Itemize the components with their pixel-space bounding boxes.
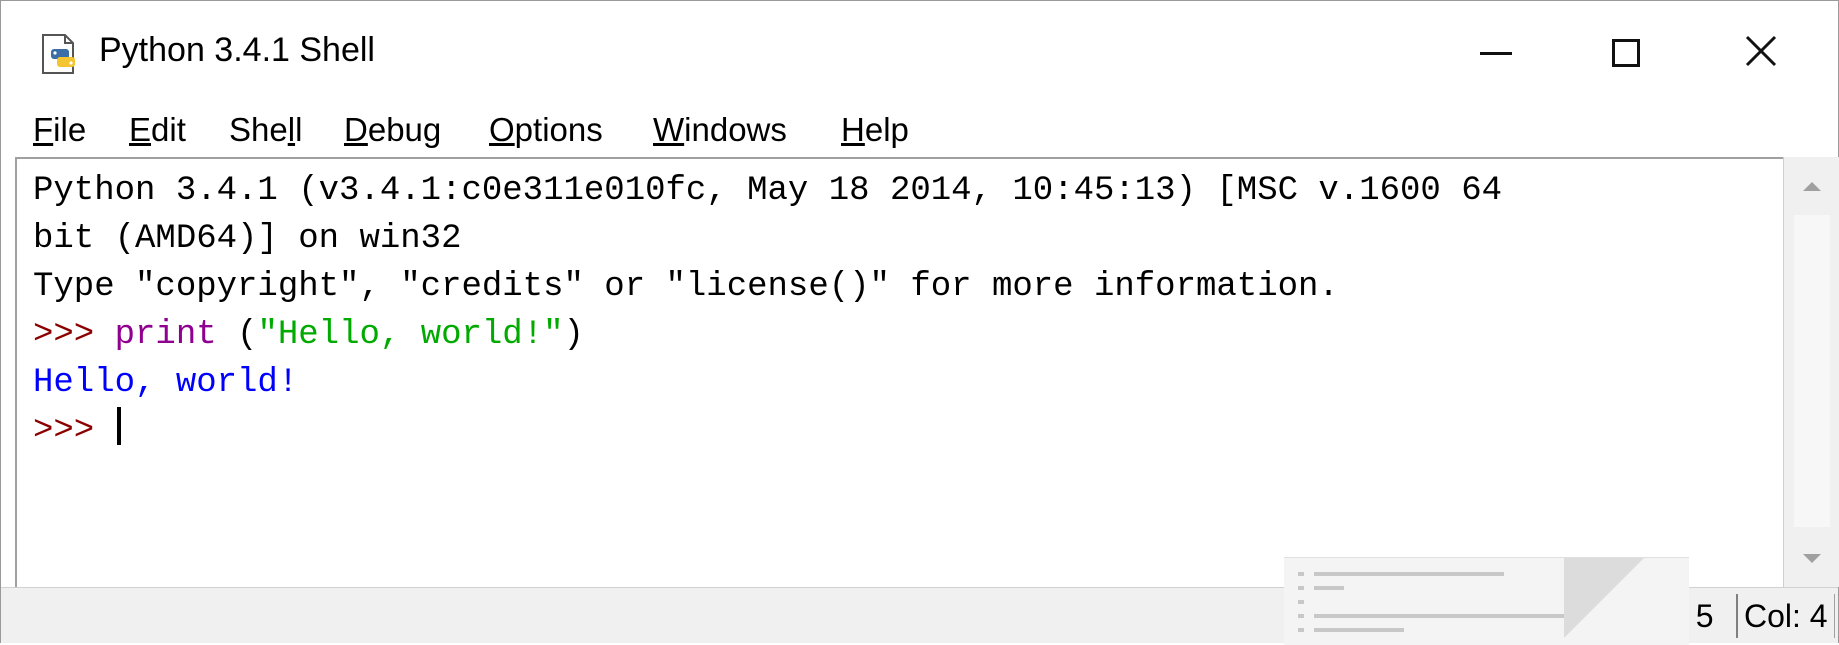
input-line[interactable]: >>>	[33, 407, 121, 455]
banner-line-2: bit (AMD64)] on win32	[33, 220, 462, 258]
menu-mnemonic: W	[653, 111, 685, 148]
banner-line-1: Python 3.4.1 (v3.4.1:c0e311e010fc, May 1…	[33, 172, 1503, 210]
menu-mnemonic: H	[841, 111, 865, 148]
minimize-icon	[1480, 51, 1512, 55]
vertical-scrollbar[interactable]	[1783, 157, 1839, 587]
menu-mnemonic: F	[33, 111, 54, 148]
prompt: >>>	[33, 412, 115, 450]
menu-mnemonic: E	[129, 111, 152, 148]
menu-shell[interactable]: Shell	[229, 107, 302, 157]
text-cursor	[116, 407, 121, 445]
menu-bar: File Edit Shell Debug Options Windows He…	[1, 107, 1838, 157]
banner-line-3: Type "copyright", "credits" or "license(…	[33, 268, 1339, 306]
menu-mnemonic: D	[344, 111, 368, 148]
menu-edit[interactable]: Edit	[129, 107, 186, 157]
idle-shell-window: Python 3.4.1 Shell File Edit Shell Debug…	[0, 0, 1839, 645]
command-line: >>> print ("Hello, world!")	[33, 311, 584, 359]
scroll-up-icon	[1802, 181, 1821, 191]
menu-debug[interactable]: Debug	[344, 107, 441, 157]
close-button[interactable]	[1696, 11, 1826, 95]
menu-help[interactable]: Help	[841, 107, 909, 157]
menu-mnemonic: l	[287, 111, 296, 148]
menu-options[interactable]: Options	[489, 107, 603, 157]
menu-label: ptions	[514, 111, 603, 148]
title-bar[interactable]: Python 3.4.1 Shell	[1, 1, 1838, 107]
output-line: Hello, world!	[33, 364, 299, 402]
scroll-up-button[interactable]	[1784, 157, 1839, 215]
minimize-button[interactable]	[1431, 11, 1561, 95]
file-corner-fold	[1564, 558, 1644, 638]
builtin-keyword: print	[114, 316, 217, 354]
shell-text-area[interactable]: Python 3.4.1 (v3.4.1:c0e311e010fc, May 1…	[15, 157, 1785, 589]
drag-file-thumbnail	[1284, 557, 1689, 645]
menu-label: indows	[684, 111, 787, 148]
menu-label: ile	[53, 111, 87, 148]
status-column-number: Col: 4	[1736, 594, 1835, 638]
menu-label: dit	[151, 111, 186, 148]
menu-label: elp	[864, 111, 909, 148]
string-literal: "Hello, world!"	[257, 316, 564, 354]
code-punct: )	[563, 316, 584, 354]
menu-mnemonic: O	[489, 111, 515, 148]
menu-label: She	[229, 111, 288, 148]
scroll-track[interactable]	[1794, 215, 1830, 527]
close-icon	[1744, 34, 1778, 73]
code-punct: (	[216, 316, 258, 354]
maximize-button[interactable]	[1561, 11, 1691, 95]
prompt: >>>	[33, 316, 115, 354]
scroll-down-button[interactable]	[1784, 529, 1839, 587]
menu-file[interactable]: File	[33, 107, 86, 157]
maximize-icon	[1612, 39, 1640, 67]
menu-windows[interactable]: Windows	[653, 107, 787, 157]
window-title: Python 3.4.1 Shell	[99, 31, 375, 69]
menu-label: l	[295, 111, 303, 148]
menu-label: ebug	[367, 111, 442, 148]
scroll-down-icon	[1802, 553, 1821, 563]
python-idle-icon	[37, 29, 87, 79]
